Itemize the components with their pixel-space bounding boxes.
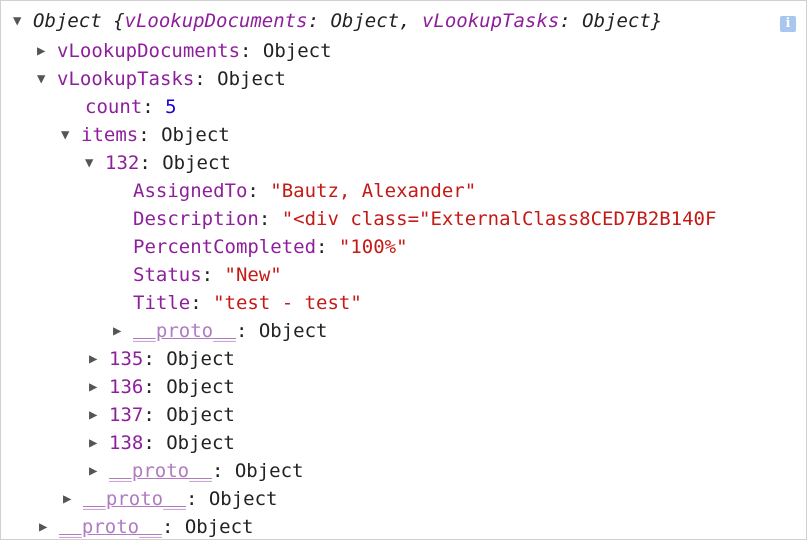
proto-key: __proto__ xyxy=(133,320,236,342)
property-value: Object xyxy=(258,320,328,342)
property-value: Object xyxy=(262,40,332,62)
collapsed-arrow-icon[interactable]: ▶ xyxy=(89,429,109,457)
tree-row-assignedto[interactable]: AssignedTo: "Bautz, Alexander" xyxy=(1,177,806,205)
property-value: Object xyxy=(162,152,231,174)
property-value: "New" xyxy=(224,264,282,286)
tree-row-proto-root[interactable]: ▶ __proto__: Object xyxy=(1,513,806,539)
proto-key: __proto__ xyxy=(109,460,212,482)
tree-row-status[interactable]: Status: "New" xyxy=(1,261,806,289)
property-key: AssignedTo xyxy=(133,180,248,202)
property-value: Object xyxy=(166,376,235,398)
tree-row-item-137[interactable]: ▶ 137: Object xyxy=(1,401,806,429)
property-value: Object xyxy=(184,516,254,538)
tree-row-vlookuptasks[interactable]: ▼ vLookupTasks: Object xyxy=(1,65,806,93)
tree-row-count[interactable]: count: 5 xyxy=(1,93,806,121)
property-value: "100%" xyxy=(338,236,408,258)
tree-row-proto-132[interactable]: ▶ __proto__: Object xyxy=(1,317,806,345)
proto-key: __proto__ xyxy=(83,488,186,510)
property-key: 138 xyxy=(109,432,144,454)
property-key: count xyxy=(85,96,143,118)
property-key: vLookupDocuments xyxy=(57,40,241,62)
collapsed-arrow-icon[interactable]: ▶ xyxy=(39,513,59,539)
property-value: "test - test" xyxy=(213,292,362,314)
info-icon[interactable]: i xyxy=(780,16,796,32)
tree-row-item-136[interactable]: ▶ 136: Object xyxy=(1,373,806,401)
property-value: Object xyxy=(208,488,278,510)
property-value: Object xyxy=(166,348,235,370)
tree-row-item-135[interactable]: ▶ 135: Object xyxy=(1,345,806,373)
preview-value: Object xyxy=(330,10,400,32)
tree-row-description[interactable]: Description: "<div class="ExternalClass8… xyxy=(1,205,806,233)
collapsed-arrow-icon[interactable]: ▶ xyxy=(89,373,109,401)
property-key: Description xyxy=(133,208,259,230)
proto-key: __proto__ xyxy=(59,516,162,538)
tree-row-item-138[interactable]: ▶ 138: Object xyxy=(1,429,806,457)
expanded-arrow-icon[interactable]: ▼ xyxy=(13,7,33,35)
property-key: PercentCompleted xyxy=(133,236,317,258)
tree-row-item-132[interactable]: ▼ 132: Object xyxy=(1,149,806,177)
property-key: 135 xyxy=(109,348,144,370)
expanded-arrow-icon[interactable]: ▼ xyxy=(61,121,81,149)
property-key: 136 xyxy=(109,376,144,398)
property-key: vLookupTasks xyxy=(57,68,195,90)
tree-row-proto-items[interactable]: ▶ __proto__: Object xyxy=(1,457,806,485)
property-value: Object xyxy=(161,124,230,146)
property-key: 137 xyxy=(109,404,144,426)
property-key: Status xyxy=(133,264,202,286)
preview-key: vLookupTasks xyxy=(421,10,560,32)
property-value: "<div class="ExternalClass8CED7B2B140F xyxy=(281,208,717,230)
property-value: Object xyxy=(234,460,304,482)
tree-row-percentcompleted[interactable]: PercentCompleted: "100%" xyxy=(1,233,806,261)
property-key: 132 xyxy=(105,152,140,174)
property-value: 5 xyxy=(165,96,177,118)
root-type: Object xyxy=(33,10,102,32)
tree-row-items[interactable]: ▼ items: Object xyxy=(1,121,806,149)
tree-row-proto-vlookuptasks[interactable]: ▶ __proto__: Object xyxy=(1,485,806,513)
property-value: "Bautz, Alexander" xyxy=(270,180,477,202)
preview-value: Object xyxy=(582,10,651,32)
property-value: Object xyxy=(166,404,235,426)
collapsed-arrow-icon[interactable]: ▶ xyxy=(89,401,109,429)
collapsed-arrow-icon[interactable]: ▶ xyxy=(89,345,109,373)
property-value: Object xyxy=(217,68,286,90)
property-value: Object xyxy=(166,432,235,454)
expanded-arrow-icon[interactable]: ▼ xyxy=(85,149,105,177)
tree-row-root[interactable]: ▼ Object {vLookupDocuments: Object, vLook… xyxy=(1,7,806,35)
tree-row-title[interactable]: Title: "test - test" xyxy=(1,289,806,317)
tree-row-vlookupdocuments[interactable]: ▶ vLookupDocuments: Object xyxy=(1,37,806,65)
console-object-tree: ▼ Object {vLookupDocuments: Object, vLook… xyxy=(0,0,807,540)
preview-key: vLookupDocuments xyxy=(124,10,308,32)
property-key: Title xyxy=(133,292,191,314)
collapsed-arrow-icon[interactable]: ▶ xyxy=(63,485,83,513)
collapsed-arrow-icon[interactable]: ▶ xyxy=(113,317,133,345)
expanded-arrow-icon[interactable]: ▼ xyxy=(37,65,57,93)
collapsed-arrow-icon[interactable]: ▶ xyxy=(89,457,109,485)
property-key: items xyxy=(81,124,139,146)
collapsed-arrow-icon[interactable]: ▶ xyxy=(37,37,57,65)
